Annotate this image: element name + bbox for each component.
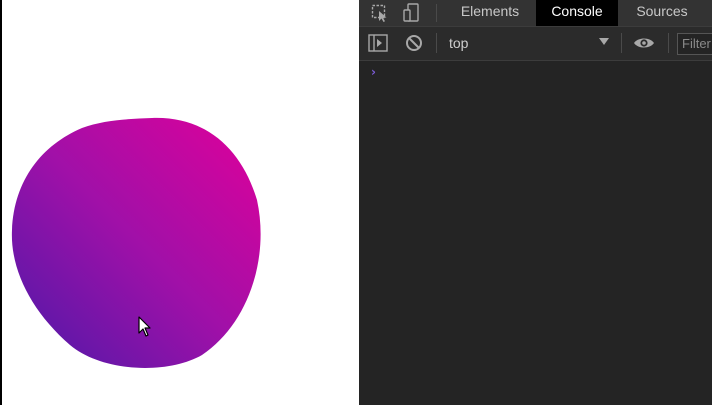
- inspect-element-icon[interactable]: [367, 0, 393, 26]
- toolbar-divider: [668, 33, 669, 53]
- devtools-tab-bar: Elements Console Sources: [359, 0, 712, 27]
- tab-bar-divider: [436, 4, 437, 22]
- gradient-blob-shape: [11, 117, 261, 368]
- filter-input[interactable]: Filter: [677, 33, 712, 55]
- mouse-pointer-icon: [138, 316, 151, 337]
- chevron-down-icon: [599, 38, 609, 45]
- page-viewport: [0, 0, 359, 405]
- tab-sources[interactable]: Sources: [622, 0, 702, 26]
- live-expression-eye-icon[interactable]: [631, 30, 657, 56]
- console-sidebar-icon[interactable]: [365, 30, 391, 56]
- tab-elements[interactable]: Elements: [448, 0, 532, 26]
- tab-console[interactable]: Console: [536, 0, 618, 26]
- toolbar-divider: [436, 33, 437, 53]
- context-selector-value: top: [449, 35, 469, 51]
- console-output[interactable]: ›: [359, 61, 712, 405]
- console-prompt-icon[interactable]: ›: [371, 65, 376, 79]
- device-toolbar-icon[interactable]: [399, 0, 425, 26]
- console-toolbar: top Filter: [359, 27, 712, 61]
- clear-console-icon[interactable]: [401, 30, 427, 56]
- toolbar-divider: [621, 33, 622, 53]
- devtools-panel: Elements Console Sources top Filter ›: [359, 0, 712, 405]
